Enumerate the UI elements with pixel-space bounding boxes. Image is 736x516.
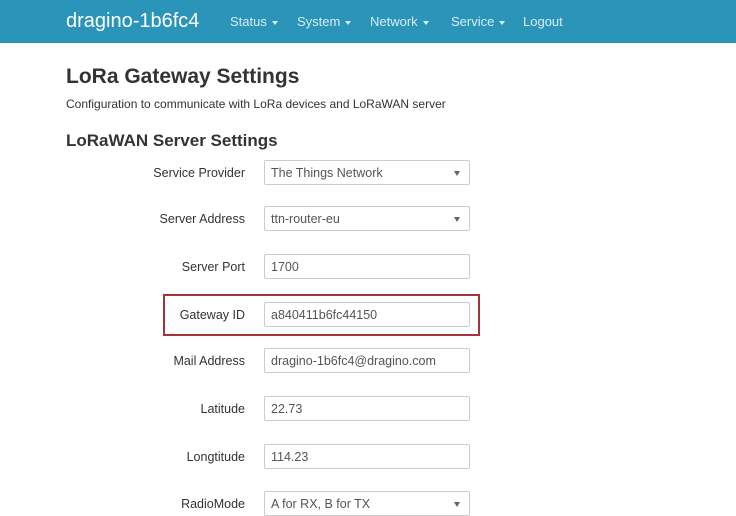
- radio-mode-value: A for RX, B for TX: [271, 497, 371, 511]
- brand-link[interactable]: dragino-1b6fc4: [66, 9, 199, 33]
- nav-network-menu[interactable]: Network: [370, 14, 429, 30]
- gateway-id-input[interactable]: a840411b6fc44150: [264, 302, 470, 327]
- nav-system-menu[interactable]: System: [297, 14, 352, 30]
- longitude-input[interactable]: 114.23: [264, 444, 470, 469]
- nav-status-label: Status: [230, 14, 267, 29]
- section-title: LoRaWAN Server Settings: [66, 131, 278, 150]
- service-provider-select[interactable]: The Things Network: [264, 160, 470, 185]
- chevron-down-icon: [499, 20, 506, 25]
- server-address-select[interactable]: ttn-router-eu: [264, 206, 470, 231]
- chevron-down-icon: [345, 20, 352, 25]
- latitude-input[interactable]: 22.73: [264, 396, 470, 421]
- nav-logout-link[interactable]: Logout: [523, 14, 563, 30]
- chevron-down-icon: [271, 20, 278, 25]
- nav-network-label: Network: [370, 14, 418, 29]
- mail-address-value: dragino-1b6fc4@dragino.com: [271, 354, 436, 368]
- service-provider-label: Service Provider: [153, 166, 245, 180]
- chevron-down-icon: [454, 171, 460, 176]
- server-address-value: ttn-router-eu: [271, 212, 340, 226]
- nav-service-menu[interactable]: Service: [451, 14, 506, 30]
- longitude-label: Longtitude: [186, 450, 245, 464]
- latitude-label: Latitude: [200, 402, 245, 416]
- server-port-label: Server Port: [181, 260, 245, 274]
- service-provider-value: The Things Network: [271, 166, 383, 180]
- server-port-value: 1700: [271, 260, 299, 274]
- nav-status-menu[interactable]: Status: [230, 14, 278, 30]
- longitude-value: 114.23: [271, 450, 309, 464]
- top-navbar: dragino-1b6fc4 Status System Network Ser…: [0, 0, 736, 43]
- radio-mode-label: RadioMode: [181, 497, 245, 511]
- chevron-down-icon: [454, 217, 460, 222]
- radio-mode-select[interactable]: A for RX, B for TX: [264, 491, 470, 516]
- server-port-input[interactable]: 1700: [264, 254, 470, 279]
- gateway-id-value: a840411b6fc44150: [271, 308, 378, 322]
- mail-address-input[interactable]: dragino-1b6fc4@dragino.com: [264, 348, 470, 373]
- chevron-down-icon: [454, 502, 460, 507]
- latitude-value: 22.73: [271, 402, 303, 416]
- gateway-id-label: Gateway ID: [179, 308, 245, 322]
- nav-system-label: System: [297, 14, 341, 29]
- page-title: LoRa Gateway Settings: [66, 65, 300, 88]
- chevron-down-icon: [422, 20, 429, 25]
- server-address-label: Server Address: [159, 212, 245, 226]
- page-description: Configuration to communicate with LoRa d…: [66, 97, 446, 111]
- nav-service-label: Service: [451, 14, 495, 29]
- mail-address-label: Mail Address: [173, 354, 245, 368]
